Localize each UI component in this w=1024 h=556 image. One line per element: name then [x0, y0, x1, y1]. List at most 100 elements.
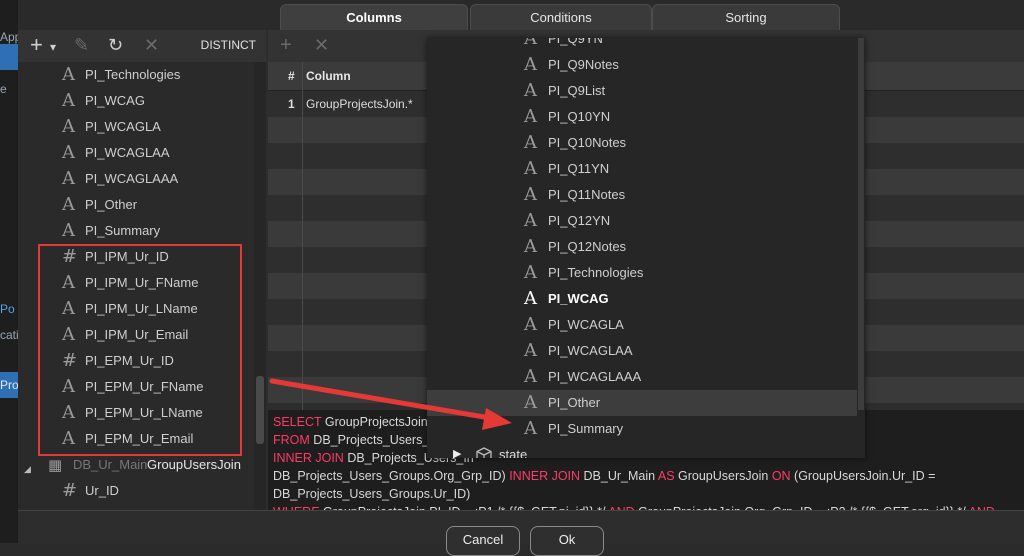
popup-field-label: PI_Q10Notes [548, 135, 627, 150]
popup-field-label: PI_Q12YN [548, 213, 611, 228]
host-label: Pro [0, 378, 18, 392]
text-field-icon: A [524, 158, 537, 179]
field-tree-item[interactable]: # Ur_ID [18, 478, 254, 504]
add-icon[interactable]: + [30, 34, 43, 56]
text-field-icon: A [524, 80, 537, 101]
cancel-button[interactable]: Cancel [446, 526, 520, 556]
sql-text: DB_Projects_Users_Groups.Org_Grp_ID) [273, 469, 510, 483]
popup-field-label: PI_WCAG [548, 291, 609, 306]
popup-field-item[interactable]: A PI_WCAGLAAA [427, 364, 857, 390]
popup-field-item[interactable]: A PI_Q10YN [427, 104, 857, 130]
expander-icon[interactable]: ◢ [24, 460, 31, 480]
tab-sorting[interactable]: Sorting [652, 4, 840, 31]
cube-icon [476, 447, 492, 458]
host-label: Po [0, 302, 15, 316]
text-field-icon: A [524, 54, 537, 75]
popup-tree-node-state[interactable]: ▶ state [427, 442, 857, 458]
popup-field-item[interactable]: A PI_Q9List [427, 78, 857, 104]
sql-line: FROM DB_Projects_Users_G [273, 431, 439, 449]
field-tree-item-label: PI_Other [85, 197, 138, 212]
popup-field-item[interactable]: A PI_Q12YN [427, 208, 857, 234]
popup-scrollbar[interactable] [857, 38, 865, 410]
field-tree-item[interactable]: A PI_WCAGLAAA [18, 166, 254, 192]
host-label: e [0, 82, 7, 96]
text-field-icon: A [62, 194, 75, 215]
delete-icon[interactable]: ✕ [144, 34, 159, 56]
field-tree-item-label: PI_WCAGLA [85, 119, 161, 134]
text-field-icon: A [524, 288, 537, 309]
host-label: App [0, 30, 18, 44]
host-highlight [0, 44, 18, 70]
header-num: # [288, 69, 295, 83]
field-tree-item-label: PI_WCAG [85, 93, 145, 108]
popup-field-label: PI_Q10YN [548, 109, 611, 124]
popup-field-label: PI_Summary [548, 421, 624, 436]
ok-button[interactable]: Ok [530, 526, 604, 556]
popup-field-item[interactable]: A PI_Q9Notes [427, 52, 857, 78]
popup-field-item[interactable]: A PI_WCAG [427, 286, 857, 312]
popup-field-item[interactable]: A PI_WCAGLAA [427, 338, 857, 364]
popup-field-item[interactable]: A PI_Summary [427, 416, 857, 442]
text-field-icon: A [524, 132, 537, 153]
popup-field-label: PI_Q11YN [548, 161, 610, 176]
text-field-icon: A [524, 340, 537, 361]
sql-line: DB_Projects_Users_Groups.Org_Grp_ID) INN… [273, 467, 935, 485]
field-tree-item[interactable]: A PI_Other [18, 192, 254, 218]
column-cell[interactable]: GroupProjectsJoin.* [306, 97, 413, 111]
popup-field-label: PI_Q9List [548, 83, 606, 98]
edit-icon[interactable]: ✎ [74, 34, 89, 56]
popup-field-label: PI_WCAGLA [548, 317, 624, 332]
field-tree-item[interactable]: A PI_Technologies [18, 62, 254, 88]
chevron-down-icon[interactable]: ▾ [50, 36, 56, 58]
field-tree-item[interactable]: A PI_WCAG [18, 88, 254, 114]
tab-conditions[interactable]: Conditions [470, 4, 652, 31]
popup-field-item[interactable]: A PI_Q10Notes [427, 130, 857, 156]
popup-field-item[interactable]: A PI_Q12Notes [427, 234, 857, 260]
field-tree-item[interactable]: A PI_Summary [18, 218, 254, 244]
popup-field-item[interactable]: A PI_Q11YN [427, 156, 857, 182]
sql-keyword: AS [657, 469, 675, 483]
popup-field-item[interactable]: A PI_Other [427, 390, 857, 416]
text-field-icon: A [524, 392, 537, 413]
table-alias: GroupUsersJoin [147, 457, 241, 472]
refresh-icon[interactable]: ↻ [108, 34, 123, 56]
sql-keyword: SELECT [273, 415, 322, 429]
popup-field-item[interactable]: A PI_Q11Notes [427, 182, 857, 208]
popup-field-label: PI_Q12Notes [548, 239, 627, 254]
remove-column-icon[interactable]: ✕ [314, 34, 329, 56]
tab-columns[interactable]: Columns [280, 4, 468, 31]
text-field-icon: A [62, 116, 75, 137]
dialog-footer: Cancel Ok [18, 510, 1024, 556]
field-tree-item-label: PI_Technologies [85, 67, 181, 82]
tab-bar: Columns Conditions Sorting [18, 0, 1024, 31]
popup-field-label: PI_WCAGLAA [548, 343, 633, 358]
text-field-icon: A [62, 90, 75, 111]
popup-field-label: PI_Technologies [548, 265, 644, 280]
scrollbar-thumb[interactable] [858, 38, 864, 410]
popup-field-item[interactable]: A PI_WCAGLA [427, 312, 857, 338]
field-tree-item[interactable]: A PI_WCAGLAA [18, 140, 254, 166]
text-field-icon: A [62, 220, 75, 241]
text-field-icon: A [524, 210, 537, 231]
field-tree-item-label: DB_Ur_Main [73, 457, 148, 472]
scrollbar-thumb[interactable] [256, 376, 264, 444]
text-field-icon: A [62, 64, 75, 85]
sql-text: DB_Projects_Users_Groups.Ur_ID) [273, 487, 471, 501]
popup-field-item[interactable]: A PI_Q9YN [427, 38, 857, 52]
left-toolbar: + ▾ ✎ ↻ ✕ DISTINCT [18, 30, 266, 63]
number-field-icon: # [62, 480, 78, 501]
header-column[interactable]: Column [306, 69, 351, 83]
field-tree-item[interactable]: A PI_WCAGLA [18, 114, 254, 140]
sql-line: SELECT GroupProjectsJoin.* [273, 413, 436, 431]
sql-text: GroupUsersJoin [674, 469, 772, 483]
field-tree-scrollbar[interactable] [254, 62, 266, 510]
text-field-icon: A [524, 262, 537, 283]
sql-keyword: FROM [273, 433, 310, 447]
text-field-icon: A [524, 106, 537, 127]
popup-field-label: PI_WCAGLAAA [548, 369, 642, 384]
popup-field-item[interactable]: A PI_Technologies [427, 260, 857, 286]
host-app-sidebar: App e Po cati Pro [0, 0, 18, 543]
expander-icon[interactable]: ▶ [453, 447, 461, 458]
add-column-icon[interactable]: + [280, 34, 292, 56]
distinct-toggle[interactable]: DISTINCT [201, 38, 256, 52]
